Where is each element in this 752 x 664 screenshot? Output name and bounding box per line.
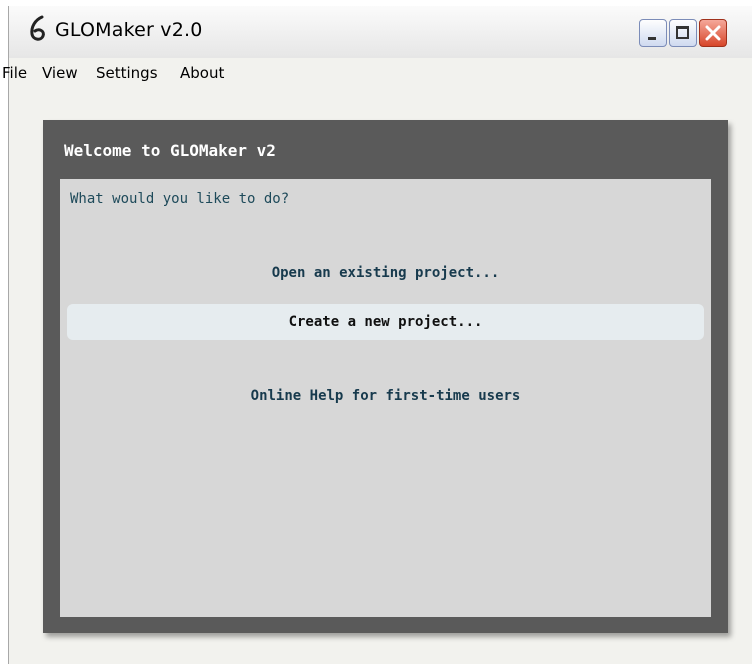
menu-file[interactable]: File — [2, 64, 27, 82]
close-icon — [705, 25, 721, 41]
welcome-panel: Welcome to GLOMaker v2 What would you li… — [43, 120, 728, 633]
welcome-title: Welcome to GLOMaker v2 — [64, 141, 276, 160]
minimize-button[interactable] — [639, 19, 667, 47]
online-help-link[interactable]: Online Help for first-time users — [67, 378, 704, 414]
maximize-icon — [676, 26, 689, 39]
menu-view[interactable]: View — [42, 64, 78, 82]
create-project-link[interactable]: Create a new project... — [67, 304, 704, 340]
close-button[interactable] — [699, 19, 727, 47]
menu-about[interactable]: About — [180, 64, 224, 82]
glomaker-logo-icon — [27, 14, 49, 44]
window-title: GLOMaker v2.0 — [55, 19, 203, 41]
menu-settings[interactable]: Settings — [96, 64, 158, 82]
title-bar[interactable]: GLOMaker v2.0 — [9, 6, 752, 59]
open-project-link[interactable]: Open an existing project... — [67, 255, 704, 291]
welcome-content: What would you like to do? Open an exist… — [60, 179, 711, 617]
welcome-prompt: What would you like to do? — [70, 191, 290, 207]
minimize-icon — [648, 37, 656, 40]
maximize-button[interactable] — [669, 19, 697, 47]
menu-bar: File View Settings About — [2, 58, 752, 90]
app-window: GLOMaker v2.0 File View Settings About W… — [2, 6, 752, 664]
